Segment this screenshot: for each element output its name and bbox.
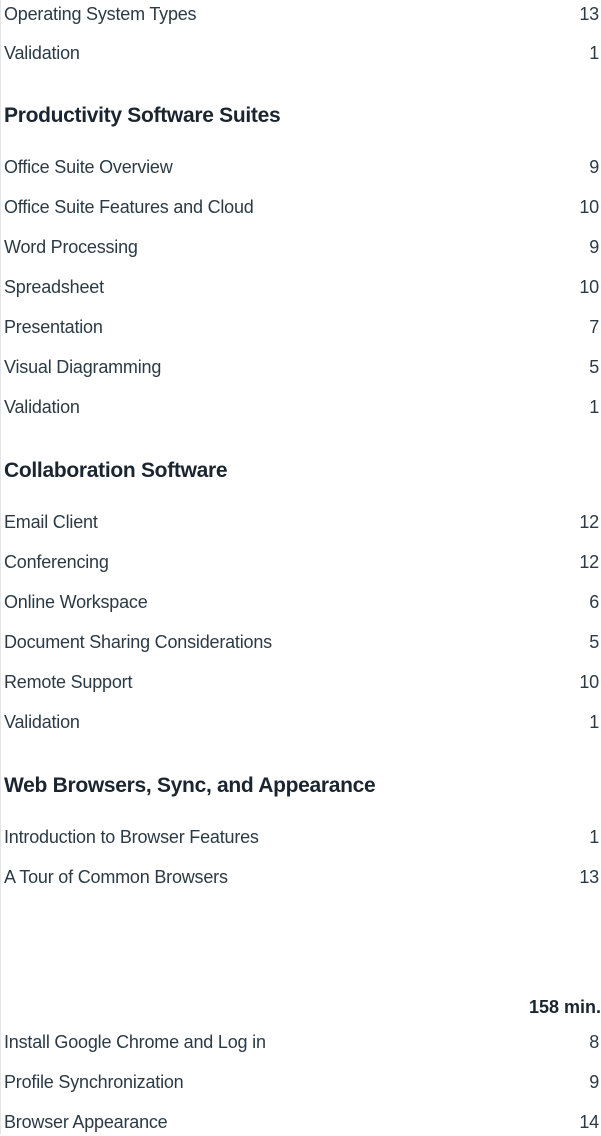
lesson-count: 12 — [579, 511, 599, 532]
lesson-count: 8 — [589, 1031, 599, 1052]
lesson-count: 12 — [579, 551, 599, 572]
lesson-row-browser-appearance[interactable]: Browser Appearance 14 — [4, 1108, 599, 1136]
lesson-row-email-client[interactable]: Email Client 12 — [4, 508, 599, 536]
lesson-title: Spreadsheet — [4, 276, 104, 297]
lesson-row-profile-sync[interactable]: Profile Synchronization 9 — [4, 1068, 599, 1096]
lesson-row-document-sharing[interactable]: Document Sharing Considerations 5 — [4, 628, 599, 656]
lesson-count: 9 — [589, 1071, 599, 1092]
lesson-count: 14 — [579, 1111, 599, 1132]
lesson-title: Office Suite Features and Cloud — [4, 196, 254, 217]
lesson-title: Email Client — [4, 511, 98, 532]
lesson-count: 1 — [589, 42, 599, 63]
lesson-title: Conferencing — [4, 551, 109, 572]
lesson-title: Operating System Types — [4, 3, 197, 24]
section-title-collaboration: Collaboration Software — [4, 459, 228, 482]
section-title-web-browsers: Web Browsers, Sync, and Appearance — [4, 774, 376, 797]
lesson-title: Visual Diagramming — [4, 356, 162, 377]
lesson-title: Validation — [4, 396, 80, 417]
lesson-title: Word Processing — [4, 236, 138, 257]
lesson-row-conferencing[interactable]: Conferencing 12 — [4, 548, 599, 576]
lesson-count: 1 — [589, 711, 599, 732]
lesson-row-online-workspace[interactable]: Online Workspace 6 — [4, 588, 599, 616]
lesson-row-validation[interactable]: Validation 1 — [4, 708, 599, 736]
lesson-row-remote-support[interactable]: Remote Support 10 — [4, 668, 599, 696]
lesson-title: Document Sharing Considerations — [4, 631, 272, 652]
lesson-title: Presentation — [4, 316, 103, 337]
lesson-title: Validation — [4, 711, 80, 732]
lesson-count: 6 — [589, 591, 599, 612]
lesson-count: 9 — [589, 156, 599, 177]
lesson-title: Introduction to Browser Features — [4, 826, 259, 847]
lesson-title: Remote Support — [4, 671, 133, 692]
lesson-count: 10 — [579, 276, 599, 297]
lesson-row-presentation[interactable]: Presentation 7 — [4, 313, 599, 341]
lesson-count: 5 — [589, 631, 599, 652]
section-total-duration: 158 min. — [528, 996, 601, 1017]
lesson-row-validation[interactable]: Validation 1 — [4, 39, 599, 67]
lesson-row-operating-system-types[interactable]: Operating System Types 13 — [4, 0, 599, 28]
lesson-row-spreadsheet[interactable]: Spreadsheet 10 — [4, 273, 599, 301]
lesson-row-intro-browser-features[interactable]: Introduction to Browser Features 1 — [4, 823, 599, 851]
lesson-count: 9 — [589, 236, 599, 257]
lesson-title: Validation — [4, 42, 80, 63]
lesson-row-visual-diagramming[interactable]: Visual Diagramming 5 — [4, 353, 599, 381]
lesson-title: Install Google Chrome and Log in — [4, 1031, 266, 1052]
lesson-count: 13 — [579, 866, 599, 887]
lesson-count: 13 — [579, 3, 599, 24]
lesson-count: 10 — [579, 671, 599, 692]
lesson-count: 5 — [589, 356, 599, 377]
lesson-title: Office Suite Overview — [4, 156, 173, 177]
lesson-row-tour-of-browsers[interactable]: A Tour of Common Browsers 13 — [4, 863, 599, 891]
lesson-title: Browser Appearance — [4, 1111, 168, 1132]
left-border — [0, 0, 1, 1134]
lesson-row-office-suite-features[interactable]: Office Suite Features and Cloud 10 — [4, 193, 599, 221]
lesson-row-office-suite-overview[interactable]: Office Suite Overview 9 — [4, 153, 599, 181]
lesson-row-validation[interactable]: Validation 1 — [4, 393, 599, 421]
lesson-row-install-chrome[interactable]: Install Google Chrome and Log in 8 — [4, 1028, 599, 1056]
lesson-count: 1 — [589, 396, 599, 417]
lesson-count: 1 — [589, 826, 599, 847]
lesson-title: Online Workspace — [4, 591, 148, 612]
lesson-row-word-processing[interactable]: Word Processing 9 — [4, 233, 599, 261]
lesson-count: 10 — [579, 196, 599, 217]
lesson-title: Profile Synchronization — [4, 1071, 184, 1092]
section-title-productivity: Productivity Software Suites — [4, 104, 281, 127]
lesson-title: A Tour of Common Browsers — [4, 866, 228, 887]
lesson-count: 7 — [589, 316, 599, 337]
